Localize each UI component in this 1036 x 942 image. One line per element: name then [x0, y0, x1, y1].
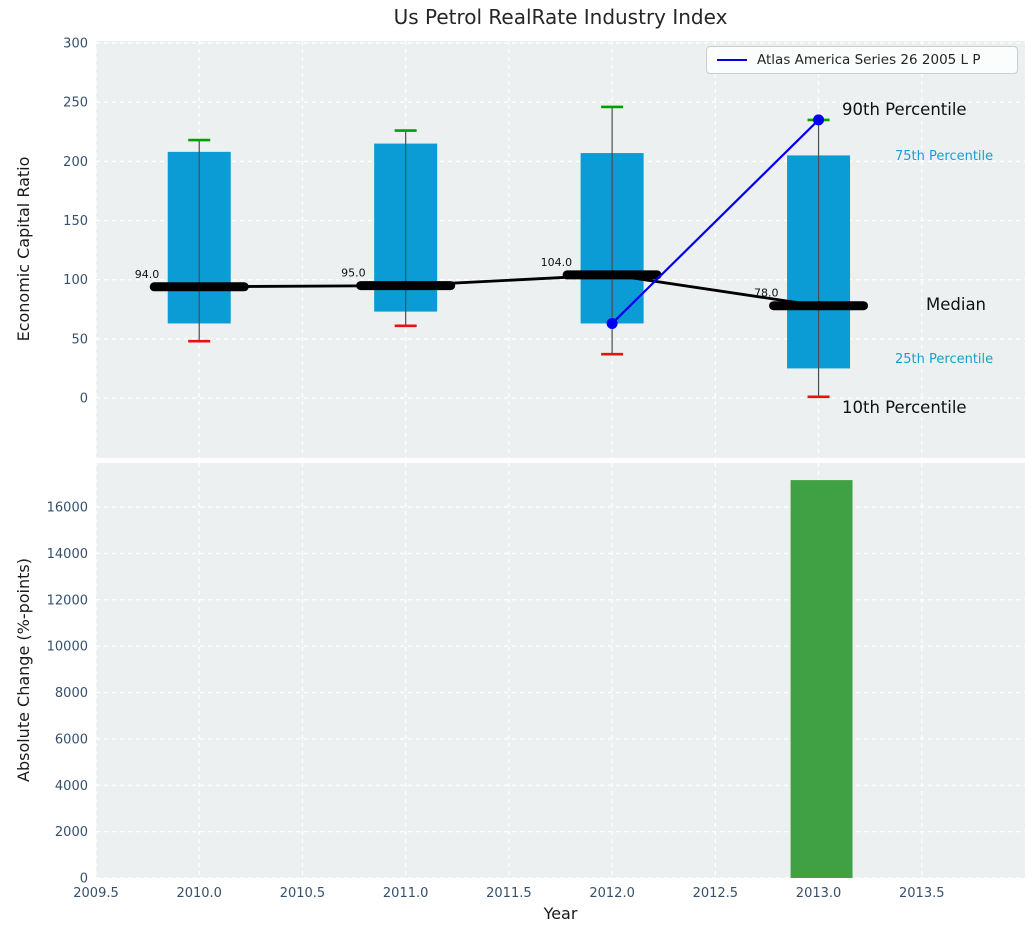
y-tick-label-bottom: 14000: [47, 547, 88, 562]
x-tick-label: 2012.0: [589, 886, 635, 901]
y-tick-label-top: 50: [71, 332, 88, 347]
median-value-label: 104.0: [541, 256, 573, 269]
y-axis-label-bottom: Absolute Change (%-points): [14, 558, 33, 782]
y-tick-label-top: 200: [63, 155, 88, 170]
y-tick-label-top: 100: [63, 273, 88, 288]
y-tick-label-bottom: 8000: [55, 686, 88, 701]
x-tick-label: 2011.0: [383, 886, 429, 901]
annotation-75th-percentile: 75th Percentile: [895, 149, 994, 164]
y-tick-label-top: 150: [63, 214, 88, 229]
x-tick-label: 2011.5: [486, 886, 532, 901]
y-tick-label-bottom: 12000: [47, 593, 88, 608]
y-tick-label-bottom: 4000: [55, 779, 88, 794]
legend-label: Atlas America Series 26 2005 L P: [757, 52, 981, 68]
annotation-25th-percentile: 25th Percentile: [895, 352, 994, 367]
plot-area-bottom: [96, 463, 1025, 878]
y-tick-label-bottom: 0: [80, 872, 88, 887]
x-tick-label: 2012.5: [693, 886, 739, 901]
annotation-10th-percentile: 10th Percentile: [842, 398, 967, 417]
x-tick-label: 2013.0: [796, 886, 842, 901]
figure: 94.0 95.0 104.0 78.0 0 50 100 150 200 250 300 0 2000…: [0, 0, 1036, 942]
y-tick-label-top: 0: [80, 392, 88, 407]
legend: Atlas America Series 26 2005 L P: [706, 46, 1018, 74]
x-tick-label: 2009.5: [73, 886, 119, 901]
annotation-90th-percentile: 90th Percentile: [842, 100, 967, 119]
y-axis-label-top: Economic Capital Ratio: [14, 156, 33, 342]
legend-line-sample: [717, 59, 747, 61]
y-tick-label-bottom: 6000: [55, 732, 88, 747]
median-value-label: 94.0: [135, 268, 160, 281]
y-tick-label-bottom: 10000: [47, 640, 88, 655]
bar-2013: [790, 480, 853, 878]
chart-canvas: 94.0 95.0 104.0 78.0 0 50 100 150 200 250 300 0 2000…: [47, 37, 1025, 901]
y-tick-label-top: 300: [63, 37, 88, 52]
x-tick-label: 2010.0: [176, 886, 222, 901]
x-axis-label: Year: [543, 904, 578, 923]
series-marker: [813, 114, 825, 126]
x-tick-label: 2010.5: [280, 886, 326, 901]
y-tick-label-bottom: 16000: [47, 501, 88, 516]
median-value-label: 95.0: [341, 267, 366, 280]
annotation-median: Median: [926, 295, 987, 314]
median-value-label: 78.0: [754, 287, 779, 300]
series-marker: [606, 317, 618, 329]
chart-title: Us Petrol RealRate Industry Index: [393, 5, 728, 29]
y-tick-label-bottom: 2000: [55, 825, 88, 840]
x-tick-label: 2013.5: [899, 886, 945, 901]
y-tick-label-top: 250: [63, 96, 88, 111]
